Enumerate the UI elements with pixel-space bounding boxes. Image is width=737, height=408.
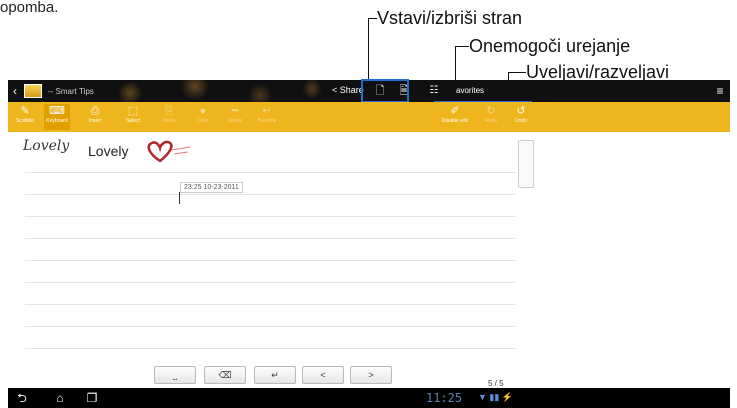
scribble-tool[interactable]: ✎ Scribble [12, 104, 38, 130]
select-tool[interactable]: ⬚ Select [120, 104, 146, 130]
ruled-line [25, 238, 515, 239]
backline-tool[interactable]: ↵ Backline [254, 104, 280, 130]
backline-icon: ↵ [262, 105, 272, 117]
system-back-icon[interactable]: ⮌ [14, 390, 30, 406]
tool-label: Stroke [227, 118, 243, 124]
favorites-dropdown[interactable]: avorites [456, 86, 484, 95]
typed-text: Lovely [88, 143, 129, 159]
backspace-key[interactable]: ⌫ [204, 366, 246, 384]
editing-toolbar: ✎ Scribble ⌨ Keyboard ⎙ Insert ⬚ Select ⎘ Pas… [8, 102, 730, 132]
undo-button[interactable]: ↺ Undo [508, 104, 534, 130]
tool-label: Scribble [15, 118, 35, 124]
space-key[interactable]: ⎵ [154, 366, 196, 384]
insert-tool[interactable]: ⎙ Insert [82, 104, 108, 130]
tool-label: Color [197, 118, 209, 124]
page-caption: opomba. [0, 0, 59, 16]
leader-line [508, 72, 526, 73]
pen-off-icon: ✐ [450, 105, 460, 117]
undo-icon: ↺ [516, 105, 526, 117]
next-page-key[interactable]: > [350, 366, 392, 384]
scrollbar[interactable] [518, 140, 534, 188]
callout-insert-delete-page: Vstavi/izbriši stran [377, 8, 523, 28]
menu-button[interactable]: ≡ [712, 83, 728, 99]
page-counter: 5 / 5 [488, 379, 504, 388]
highlight-insert-delete [361, 79, 409, 103]
callout-disable-editing: Onemogoči urejanje [469, 36, 631, 56]
timestamp-label: 23:25 10-23-2011 [180, 182, 243, 193]
leader-line [368, 18, 377, 19]
back-button[interactable]: ‹ [8, 84, 22, 98]
keyboard-tool[interactable]: ⌨ Keyboard [44, 104, 70, 130]
system-navigation-bar: ⮌ ⌂ ❐ 11:25 ▼ ▮▮ ⚡ [8, 388, 730, 408]
enter-key[interactable]: ↵ [254, 366, 296, 384]
redo-button[interactable]: ↻ Redo [478, 104, 504, 130]
leader-line [368, 18, 369, 80]
share-button[interactable]: < Share [332, 85, 364, 95]
redo-icon: ↻ [486, 105, 496, 117]
system-recents-icon[interactable]: ❐ [84, 390, 100, 406]
grid-view-button[interactable]: ☷ [426, 83, 442, 99]
heart-doodle [147, 140, 191, 163]
text-cursor [179, 192, 180, 204]
leader-line [455, 46, 469, 47]
app-icon [24, 84, 42, 98]
stroke-tool[interactable]: ━ Stroke [222, 104, 248, 130]
ruled-line [25, 282, 515, 283]
decorative-background [78, 80, 338, 102]
prev-page-key[interactable]: < [302, 366, 344, 384]
system-home-icon[interactable]: ⌂ [52, 390, 68, 406]
ruled-line [25, 326, 515, 327]
insert-icon: ⎙ [90, 105, 100, 117]
ruled-line [25, 260, 515, 261]
tool-label: Insert [88, 118, 102, 124]
tool-label: Keyboard [46, 118, 68, 124]
ruled-line [25, 172, 515, 173]
tool-label: Redo [485, 118, 497, 124]
tool-label: Select [126, 118, 140, 124]
share-icon: < [332, 85, 340, 95]
color-tool[interactable]: ● Color [190, 104, 216, 130]
paste-tool[interactable]: ⎘ Paste [156, 104, 182, 130]
tool-label: Undo [515, 118, 527, 124]
scribble-icon: ✎ [20, 105, 30, 117]
ruled-line [25, 304, 515, 305]
disable-edit-button[interactable]: ✐ Disable edit [438, 104, 472, 130]
ruled-line [25, 194, 515, 195]
ruled-line [25, 216, 515, 217]
tool-label: Paste [162, 118, 176, 124]
select-icon: ⬚ [127, 105, 139, 117]
handwritten-text: Lovely [23, 138, 70, 154]
tool-label: Backline [257, 118, 277, 124]
paste-icon: ⎘ [164, 105, 174, 117]
status-icons: ▼ ▮▮ ⚡ [478, 392, 514, 402]
stroke-icon: ━ [231, 105, 239, 117]
keyboard-icon: ⌨ [49, 105, 65, 117]
color-icon: ● [199, 105, 207, 117]
ruled-line [25, 348, 515, 349]
tool-label: Disable edit [441, 118, 469, 124]
status-clock: 11:25 [426, 391, 463, 405]
